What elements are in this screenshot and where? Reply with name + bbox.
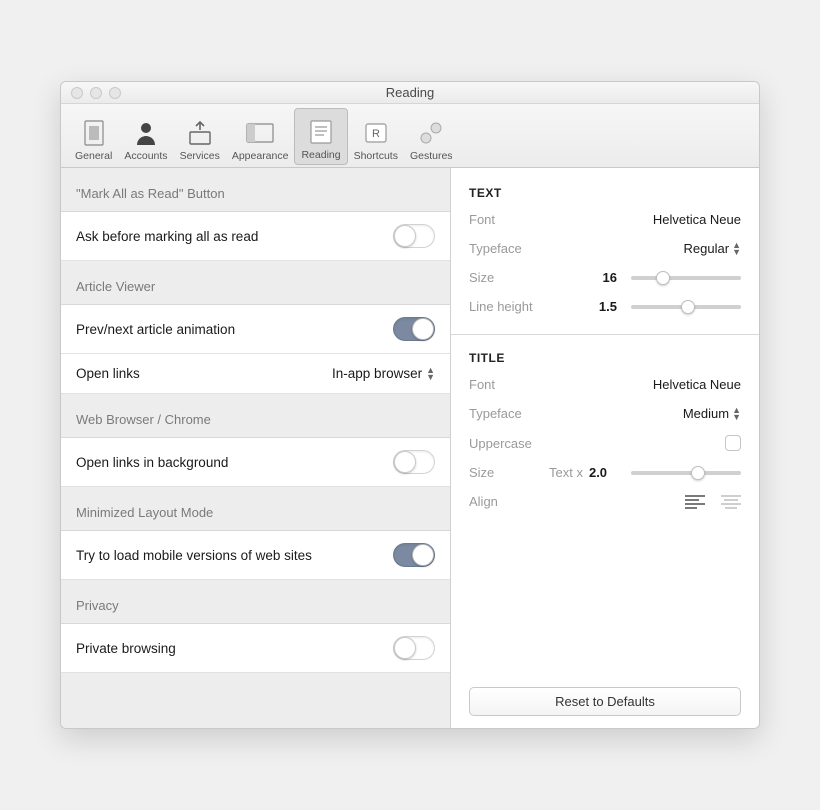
tab-reading[interactable]: Reading — [294, 108, 347, 165]
general-icon — [79, 118, 109, 148]
row-open-links-background: Open links in background — [61, 438, 450, 487]
tab-label: Appearance — [232, 150, 289, 162]
field-label: Typeface — [469, 406, 549, 421]
section-privacy: Privacy — [61, 580, 450, 624]
row-prev-next-animation: Prev/next article animation — [61, 305, 450, 354]
row-text-lineheight: Line height 1.5 — [469, 299, 741, 314]
row-label: Prev/next article animation — [76, 322, 393, 337]
field-label: Align — [469, 494, 549, 509]
select-open-links[interactable]: In-app browser ▲▼ — [332, 366, 435, 381]
align-center-button[interactable] — [721, 495, 741, 509]
select-text-typeface[interactable]: Regular ▲▼ — [684, 241, 741, 256]
row-private-browsing: Private browsing — [61, 624, 450, 673]
field-value: Helvetica Neue — [653, 377, 741, 392]
row-load-mobile: Try to load mobile versions of web sites — [61, 531, 450, 580]
field-label: Font — [469, 212, 549, 227]
tab-accounts[interactable]: Accounts — [118, 108, 173, 165]
field-label: Size — [469, 270, 549, 285]
tab-gestures[interactable]: Gestures — [404, 108, 459, 165]
tab-label: Services — [180, 150, 220, 162]
tab-appearance[interactable]: Appearance — [226, 108, 295, 165]
right-pane: TEXT Font Helvetica Neue Typeface Regula… — [451, 168, 759, 728]
tab-label: Gestures — [410, 150, 453, 162]
titlebar: Reading — [61, 82, 759, 104]
toggle-private-browsing[interactable] — [393, 636, 435, 660]
left-pane: "Mark All as Read" Button Ask before mar… — [61, 168, 451, 728]
field-label: Typeface — [469, 241, 549, 256]
services-icon — [185, 118, 215, 148]
row-label: Open links — [76, 366, 332, 381]
row-open-links: Open links In-app browser ▲▼ — [61, 354, 450, 394]
chevron-updown-icon: ▲▼ — [426, 367, 435, 381]
row-title-uppercase: Uppercase — [469, 435, 741, 451]
row-text-font[interactable]: Font Helvetica Neue — [469, 212, 741, 227]
row-title-typeface: Typeface Medium ▲▼ — [469, 406, 741, 421]
slider-text-lineheight[interactable] — [631, 305, 741, 309]
chevron-updown-icon: ▲▼ — [732, 407, 741, 421]
text-heading: TEXT — [469, 186, 741, 200]
field-value: 2.0 — [589, 465, 607, 480]
title-heading: TITLE — [469, 351, 741, 365]
tab-label: Shortcuts — [354, 150, 398, 162]
checkbox-uppercase[interactable] — [725, 435, 741, 451]
field-value: Helvetica Neue — [653, 212, 741, 227]
tab-general[interactable]: General — [69, 108, 118, 165]
row-text-typeface: Typeface Regular ▲▼ — [469, 241, 741, 256]
row-label: Private browsing — [76, 641, 393, 656]
field-label: Font — [469, 377, 549, 392]
toggle-prev-next-animation[interactable] — [393, 317, 435, 341]
tab-label: General — [75, 150, 112, 162]
tab-label: Reading — [301, 149, 340, 161]
select-title-typeface[interactable]: Medium ▲▼ — [683, 406, 741, 421]
appearance-icon — [245, 118, 275, 148]
section-minimized-layout: Minimized Layout Mode — [61, 487, 450, 531]
reset-button[interactable]: Reset to Defaults — [469, 687, 741, 716]
select-value: Regular — [684, 241, 730, 256]
field-value: 16 — [603, 270, 617, 285]
select-value: Medium — [683, 406, 729, 421]
section-web-browser: Web Browser / Chrome — [61, 394, 450, 438]
align-left-button[interactable] — [685, 495, 705, 509]
toggle-load-mobile[interactable] — [393, 543, 435, 567]
slider-title-size[interactable] — [631, 471, 741, 475]
row-title-size: Size Text x 2.0 — [469, 465, 741, 480]
select-value: In-app browser — [332, 366, 422, 381]
field-label: Size — [469, 465, 549, 480]
svg-text:R: R — [372, 128, 380, 140]
reading-icon — [306, 117, 336, 147]
tab-label: Accounts — [124, 150, 167, 162]
row-label: Try to load mobile versions of web sites — [76, 548, 393, 563]
row-label: Ask before marking all as read — [76, 229, 393, 244]
chevron-updown-icon: ▲▼ — [732, 242, 741, 256]
row-title-font[interactable]: Font Helvetica Neue — [469, 377, 741, 392]
toggle-open-links-background[interactable] — [393, 450, 435, 474]
section-mark-all: "Mark All as Read" Button — [61, 168, 450, 212]
accounts-icon — [131, 118, 161, 148]
section-article-viewer: Article Viewer — [61, 261, 450, 305]
divider — [451, 334, 759, 335]
window-title: Reading — [61, 85, 759, 100]
size-prefix: Text x — [549, 465, 583, 480]
row-label: Open links in background — [76, 455, 393, 470]
toolbar: General Accounts Services Appearance Rea… — [61, 104, 759, 168]
field-value: 1.5 — [599, 299, 617, 314]
row-title-align: Align — [469, 494, 741, 509]
row-ask-before-marking: Ask before marking all as read — [61, 212, 450, 261]
field-label: Line height — [469, 299, 549, 314]
row-text-size: Size 16 — [469, 270, 741, 285]
slider-text-size[interactable] — [631, 276, 741, 280]
gestures-icon — [416, 118, 446, 148]
field-label: Uppercase — [469, 436, 549, 451]
tab-services[interactable]: Services — [174, 108, 226, 165]
content: "Mark All as Read" Button Ask before mar… — [61, 168, 759, 728]
preferences-window: Reading General Accounts Services Appear… — [60, 81, 760, 729]
toggle-ask-before-marking[interactable] — [393, 224, 435, 248]
shortcuts-icon: R — [361, 118, 391, 148]
tab-shortcuts[interactable]: R Shortcuts — [348, 108, 404, 165]
